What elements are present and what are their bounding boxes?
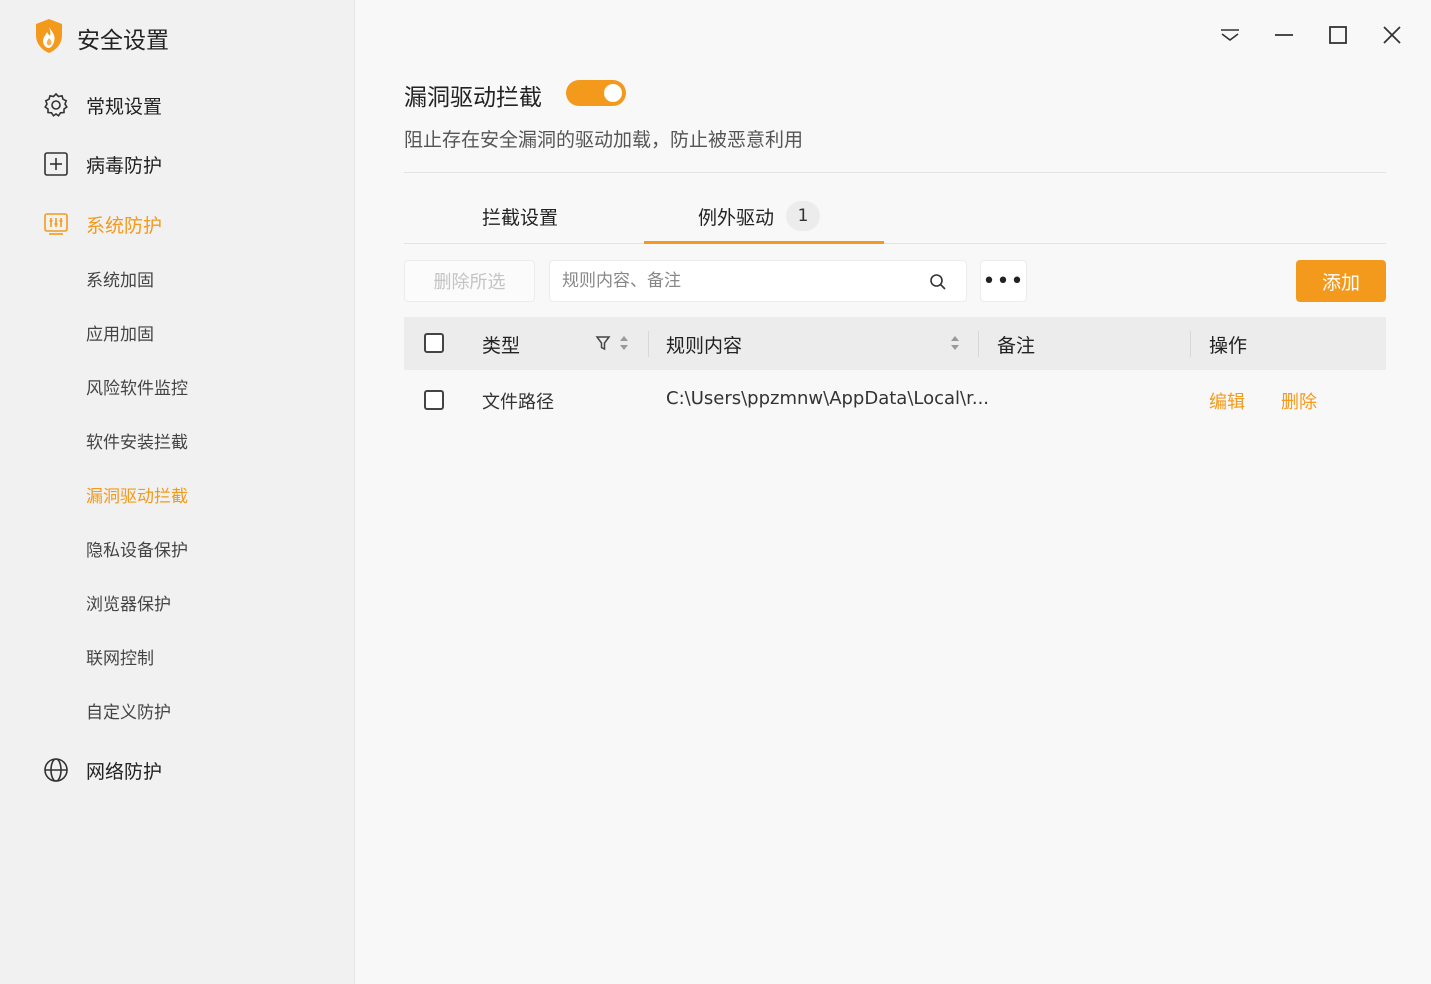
column-header-rule: 规则内容 — [666, 335, 743, 357]
filter-icon[interactable] — [595, 333, 611, 353]
delete-link[interactable]: 删除 — [1281, 388, 1317, 414]
column-separator — [978, 331, 979, 357]
count-badge: 1 — [786, 201, 821, 231]
column-header-actions: 操作 — [1209, 335, 1248, 357]
more-button[interactable]: ••• — [980, 260, 1027, 302]
select-all-checkbox[interactable] — [424, 333, 444, 353]
sidebar-item-system[interactable]: 系统防护 — [42, 209, 162, 239]
tab-label: 拦截设置 — [482, 206, 559, 229]
sidebar-item-network[interactable]: 网络防护 — [42, 755, 162, 785]
sidebar-subitem-network-control[interactable]: 联网控制 — [86, 647, 154, 671]
search-input[interactable] — [562, 261, 912, 301]
column-header-type: 类型 — [482, 335, 521, 357]
sidebar-subitem-custom[interactable]: 自定义防护 — [86, 701, 171, 725]
sidebar-subitem-privacy-device[interactable]: 隐私设备保护 — [86, 539, 188, 563]
sort-icon[interactable] — [950, 333, 960, 353]
sidebar-item-virus[interactable]: 病毒防护 — [42, 149, 162, 179]
system-sliders-icon — [42, 210, 70, 238]
delete-selected-button[interactable]: 删除所选 — [404, 260, 535, 302]
plus-box-icon — [42, 150, 70, 178]
divider — [404, 172, 1386, 173]
sidebar-subitem-risk-software[interactable]: 风险软件监控 — [86, 377, 188, 401]
tab-divider — [404, 243, 1386, 244]
sidebar-subitem-app-hardening[interactable]: 应用加固 — [86, 323, 154, 347]
sidebar-subitem-browser[interactable]: 浏览器保护 — [86, 593, 171, 617]
menu-icon[interactable] — [1217, 22, 1243, 48]
close-icon[interactable] — [1379, 22, 1405, 48]
gear-icon — [42, 91, 70, 119]
globe-icon — [42, 756, 70, 784]
search-box — [549, 260, 967, 302]
flame-shield-icon — [34, 18, 64, 58]
cell-rule: C:\Users\ppzmnw\AppData\Local\r... — [666, 388, 990, 409]
tab-label: 例外驱动 — [698, 206, 775, 229]
row-checkbox[interactable] — [424, 390, 444, 410]
table-row: 文件路径 C:\Users\ppzmnw\AppData\Local\r... … — [404, 372, 1386, 426]
app-header: 安全设置 — [34, 18, 169, 58]
add-button[interactable]: 添加 — [1296, 260, 1386, 302]
sidebar-subitem-system-hardening[interactable]: 系统加固 — [86, 269, 154, 293]
table-header: 类型 规则内容 备注 操作 — [404, 317, 1386, 370]
sidebar: 安全设置 常规设置 病毒防护 系统防护 系统加固 应用加固 风险软件监控 软件安… — [0, 0, 355, 984]
maximize-icon[interactable] — [1325, 22, 1351, 48]
tab-block-settings[interactable]: 拦截设置 — [482, 200, 558, 232]
page-description: 阻止存在安全漏洞的驱动加载，防止被恶意利用 — [404, 129, 804, 151]
search-icon[interactable] — [928, 272, 948, 292]
column-header-note: 备注 — [997, 335, 1036, 357]
cell-type: 文件路径 — [482, 392, 554, 413]
page-title: 漏洞驱动拦截 — [404, 85, 542, 111]
sidebar-item-label: 网络防护 — [86, 760, 163, 783]
toggle-knob — [604, 84, 622, 102]
sidebar-item-label: 常规设置 — [86, 95, 163, 118]
feature-toggle[interactable] — [566, 80, 626, 106]
sidebar-item-label: 系统防护 — [86, 214, 163, 237]
edit-link[interactable]: 编辑 — [1209, 388, 1245, 414]
column-separator — [648, 331, 649, 357]
tab-exception-drivers[interactable]: 例外驱动 1 — [698, 200, 821, 232]
active-tab-indicator — [644, 241, 884, 244]
column-separator — [1190, 331, 1191, 357]
sort-icon[interactable] — [619, 333, 629, 353]
sidebar-item-label: 病毒防护 — [86, 154, 163, 177]
sidebar-item-general[interactable]: 常规设置 — [42, 90, 162, 120]
minimize-icon[interactable] — [1271, 22, 1297, 48]
sidebar-subitem-vuln-driver[interactable]: 漏洞驱动拦截 — [86, 485, 188, 509]
sidebar-subitem-install-block[interactable]: 软件安装拦截 — [86, 431, 188, 455]
app-title: 安全设置 — [77, 28, 169, 54]
